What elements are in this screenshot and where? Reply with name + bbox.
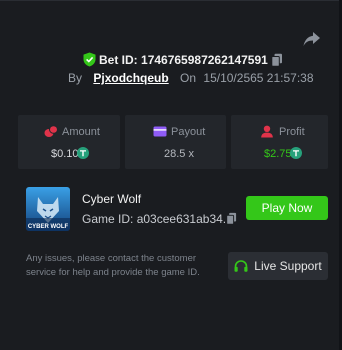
game-thumbnail[interactable]: CYBER WOLF — [26, 187, 70, 231]
top-divider — [0, 0, 342, 1]
copy-bet-id-icon[interactable] — [271, 53, 283, 67]
thumbnail-logo-text: CYBER WOLF — [28, 224, 69, 230]
bet-stats: Amount $0.10 Payout 28.5 x Profit $2.75 — [18, 115, 328, 169]
live-support-label: Live Support — [254, 259, 322, 273]
share-icon[interactable] — [302, 30, 322, 48]
payout-value: 28.5 x — [164, 148, 194, 160]
amount-label: Amount — [62, 126, 100, 138]
game-name: Cyber Wolf — [82, 192, 142, 206]
bet-id-text: Bet ID: 1746765987262147591 — [99, 53, 268, 67]
amount-card: Amount $0.10 — [18, 115, 120, 169]
on-label: On — [180, 71, 197, 85]
bet-meta: By Pjxodchqeub On 15/10/2565 21:57:38 — [68, 71, 314, 85]
game-id-label: Game ID: — [82, 212, 134, 226]
game-id: Game ID: a03cee631ab34... — [82, 212, 233, 226]
by-label: By — [68, 71, 83, 85]
bet-date: 15/10/2565 21:57:38 — [203, 71, 314, 85]
live-support-button[interactable]: Live Support — [228, 252, 328, 280]
profit-value: $2.75 — [264, 148, 292, 160]
bet-id-row: Bet ID: 1746765987262147591 — [0, 50, 342, 70]
user-icon — [261, 125, 273, 138]
tether-icon — [290, 147, 302, 159]
verified-shield-icon — [83, 52, 96, 67]
headset-icon — [234, 259, 248, 272]
game-card: CYBER WOLF Cyber Wolf Game ID: a03cee631… — [18, 180, 339, 236]
copy-game-id-icon[interactable] — [226, 212, 237, 225]
play-now-button[interactable]: Play Now — [246, 196, 328, 220]
coins-icon — [44, 125, 58, 137]
support-note: Any issues, please contact the customer … — [26, 253, 200, 278]
tether-icon — [77, 147, 89, 159]
bet-id-label: Bet ID: — [99, 53, 138, 67]
wallet-icon — [153, 126, 167, 137]
profit-card: Profit $2.75 — [231, 115, 328, 169]
amount-value: $0.10 — [51, 148, 79, 160]
profit-label: Profit — [279, 126, 305, 138]
game-id-value: a03cee631ab34... — [136, 212, 233, 226]
payout-label: Payout — [171, 126, 206, 138]
username-link[interactable]: Pjxodchqeub — [93, 71, 168, 85]
bet-id-value: 1746765987262147591 — [141, 53, 268, 67]
wolf-image: CYBER WOLF — [26, 187, 70, 231]
payout-card: Payout 28.5 x — [125, 115, 226, 169]
